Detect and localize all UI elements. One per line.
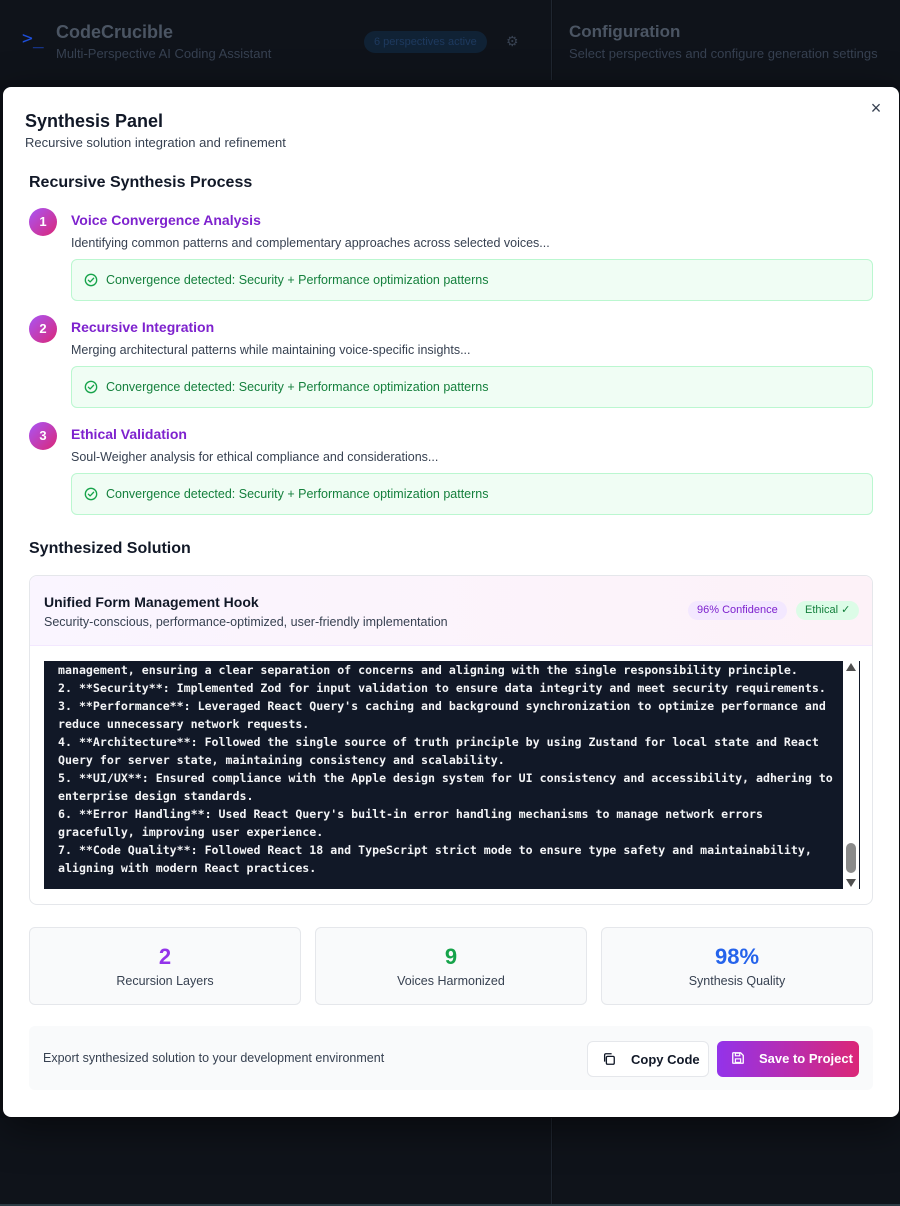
stat-value: 2 bbox=[158, 944, 172, 969]
copy-icon bbox=[603, 1053, 615, 1065]
step-title: Voice Convergence Analysis bbox=[71, 212, 261, 228]
config-header: Configuration Select perspectives and co… bbox=[553, 0, 900, 80]
step-number: 3 bbox=[29, 422, 57, 450]
process-section-title: Recursive Synthesis Process bbox=[29, 174, 253, 191]
step-description: Identifying common patterns and compleme… bbox=[71, 236, 550, 250]
step-description: Soul-Weigher analysis for ethical compli… bbox=[71, 450, 439, 464]
step-result: Convergence detected: Security + Perform… bbox=[71, 259, 873, 301]
app-title: CodeCrucible bbox=[56, 22, 174, 42]
app-header: >_ CodeCrucible Multi-Perspective AI Cod… bbox=[0, 0, 552, 80]
step-result: Convergence detected: Security + Perform… bbox=[71, 366, 873, 408]
code-line: 7. **Code Quality**: Followed React 18 a… bbox=[58, 843, 812, 857]
left-panel bbox=[0, 1118, 552, 1206]
save-icon bbox=[732, 1052, 744, 1064]
stat-value: 98% bbox=[714, 944, 760, 969]
synthesis-panel-modal: × Synthesis Panel Recursive solution int… bbox=[3, 87, 899, 1117]
copy-code-button[interactable]: Copy Code bbox=[587, 1041, 709, 1077]
solution-title: Unified Form Management Hook bbox=[44, 594, 259, 610]
step-result-text: Convergence detected: Security + Perform… bbox=[106, 273, 489, 287]
right-panel bbox=[553, 1118, 900, 1206]
code-line: 4. **Architecture**: Followed the single… bbox=[58, 735, 819, 749]
stat-label: Recursion Layers bbox=[116, 974, 214, 988]
code-line: gracefully, improving user experience. bbox=[58, 825, 324, 839]
check-circle-icon bbox=[84, 487, 98, 501]
close-icon[interactable]: × bbox=[867, 99, 885, 117]
terminal-icon: >_ bbox=[22, 28, 44, 49]
code-line: 5. **UI/UX**: Ensured compliance with th… bbox=[58, 771, 833, 785]
code-line: 3. **Performance**: Leveraged React Quer… bbox=[58, 699, 826, 713]
stat-recursion-layers: 2 Recursion Layers bbox=[29, 927, 301, 1005]
export-text: Export synthesized solution to your deve… bbox=[43, 1051, 385, 1065]
stat-synthesis-quality: 98% Synthesis Quality bbox=[601, 927, 873, 1005]
copy-code-label: Copy Code bbox=[631, 1052, 700, 1067]
check-circle-icon bbox=[84, 380, 98, 394]
scroll-down-arrow-icon[interactable] bbox=[846, 879, 856, 887]
solution-card: Unified Form Management Hook Security-co… bbox=[29, 575, 873, 905]
step-title: Recursive Integration bbox=[71, 319, 215, 335]
step-result-text: Convergence detected: Security + Perform… bbox=[106, 380, 489, 394]
save-to-project-button[interactable]: Save to Project bbox=[717, 1041, 859, 1077]
stat-value: 9 bbox=[444, 944, 458, 969]
step-description: Merging architectural patterns while mai… bbox=[71, 343, 471, 357]
perspectives-badge: 6 perspectives active bbox=[364, 31, 487, 53]
code-line: 6. **Error Handling**: Used React Query'… bbox=[58, 807, 763, 821]
code-line: aligning with modern React practices. bbox=[58, 861, 317, 875]
code-line: reduce unnecessary network requests. bbox=[58, 717, 310, 731]
check-circle-icon bbox=[84, 273, 98, 287]
code-line: Query for server state, maintaining cons… bbox=[58, 753, 505, 767]
code-block[interactable]: management, ensuring a clear separation … bbox=[44, 661, 860, 889]
code-line: management, ensuring a clear separation … bbox=[58, 663, 798, 677]
stat-label: Synthesis Quality bbox=[688, 974, 786, 988]
config-title: Configuration bbox=[569, 22, 681, 41]
modal-title: Synthesis Panel bbox=[25, 111, 164, 131]
solution-section-title: Synthesized Solution bbox=[29, 540, 191, 557]
code-content: management, ensuring a clear separation … bbox=[58, 661, 842, 877]
confidence-badge: 96% Confidence bbox=[688, 601, 787, 620]
stat-voices-harmonized: 9 Voices Harmonized bbox=[315, 927, 587, 1005]
step-result: Convergence detected: Security + Perform… bbox=[71, 473, 873, 515]
ethical-badge: Ethical ✓ bbox=[796, 601, 860, 620]
step-number: 1 bbox=[29, 208, 57, 236]
step-result-text: Convergence detected: Security + Perform… bbox=[106, 487, 489, 501]
scroll-up-arrow-icon[interactable] bbox=[846, 663, 856, 671]
solution-subtitle: Security-conscious, performance-optimize… bbox=[44, 615, 448, 629]
config-subtitle: Select perspectives and configure genera… bbox=[569, 46, 878, 61]
scroll-thumb[interactable] bbox=[846, 843, 856, 873]
stat-label: Voices Harmonized bbox=[397, 974, 505, 988]
code-scrollbar[interactable] bbox=[843, 661, 859, 889]
save-to-project-label: Save to Project bbox=[759, 1051, 853, 1066]
code-line: 2. **Security**: Implemented Zod for inp… bbox=[58, 681, 826, 695]
code-line: enterprise design standards. bbox=[58, 789, 254, 803]
export-bar: Export synthesized solution to your deve… bbox=[29, 1026, 873, 1090]
modal-subtitle: Recursive solution integration and refin… bbox=[25, 135, 286, 150]
app-subtitle: Multi-Perspective AI Coding Assistant bbox=[56, 46, 272, 61]
step-number: 2 bbox=[29, 315, 57, 343]
solution-header: Unified Form Management Hook Security-co… bbox=[30, 576, 872, 646]
gear-icon[interactable]: ⚙ bbox=[506, 33, 522, 49]
step-title: Ethical Validation bbox=[71, 426, 187, 442]
